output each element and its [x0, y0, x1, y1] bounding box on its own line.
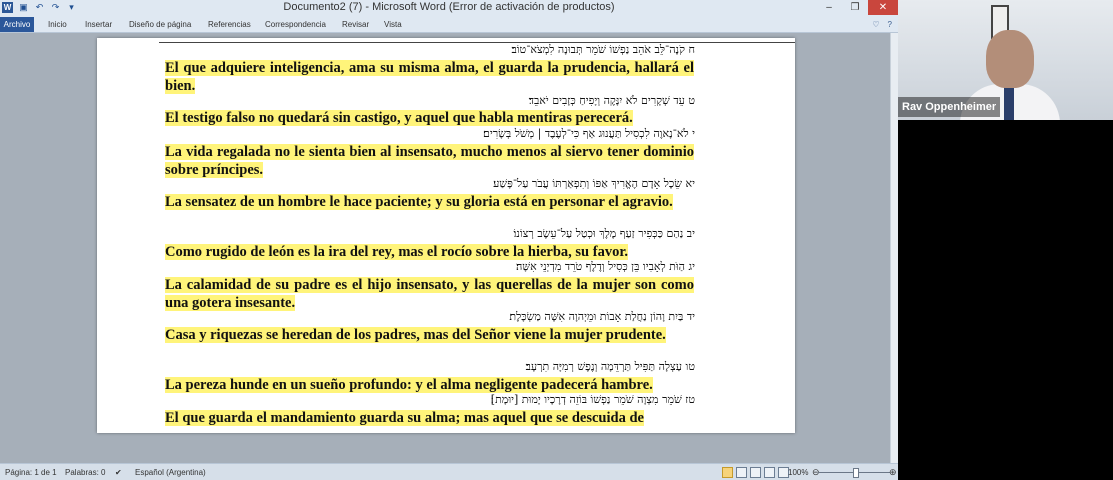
video-thumbnail: Rav Oppenheimer	[898, 0, 1113, 120]
hebrew-verse-9: ט עֵד שְׁקָרִים לֹא יִנָּקֶה וְיָפִיחַ כ…	[528, 94, 695, 107]
language-indicator[interactable]: Español (Argentina)	[135, 468, 206, 477]
ribbon-right-icons: ♡ ?	[872, 19, 892, 30]
hebrew-verse-8: ח קֹנֶה־לֵּב אֹהֵב נַפְשׁוֹ שֹׁמֵר תְּבו…	[511, 43, 695, 56]
tab-inicio[interactable]: Inicio	[48, 17, 67, 32]
zoom-in-icon[interactable]: ⊕	[889, 467, 897, 478]
spanish-verse-9: El testigo falso no quedará sin castigo,…	[165, 110, 633, 126]
word-window: W ▣ ↶ ↷ ▾ Documento2 (7) - Microsoft Wor…	[0, 0, 898, 480]
status-bar: Página: 1 de 1 Palabras: 0 ✔ Español (Ar…	[0, 463, 898, 480]
spanish-verse-16: El que guarda el mandamiento guarda su a…	[165, 410, 644, 426]
chevron-up-icon[interactable]: ♡	[872, 19, 879, 30]
spanish-verse-11: La sensatez de un hombre le hace pacient…	[165, 194, 673, 210]
outline-icon[interactable]	[764, 467, 775, 478]
tab-diseno-pagina[interactable]: Diseño de página	[129, 17, 191, 32]
tab-referencias[interactable]: Referencias	[208, 17, 251, 32]
hebrew-verse-16: טז שֹׁמֵר מִצְוָה שֹׁמֵר נַפְשׁוֹ בּוֹזֵ…	[490, 393, 695, 406]
spanish-verse-13: La calamidad de su padre es el hijo inse…	[165, 277, 694, 311]
speaker-tie	[1004, 86, 1014, 120]
close-button[interactable]: ✕	[868, 0, 898, 15]
window-buttons: – ❐ ✕	[816, 0, 898, 15]
full-screen-icon[interactable]	[736, 467, 747, 478]
hebrew-verse-11: יא שֵׂכֶל אָדָם הֶאֱרִיךְ אַפּוֹ וְתִפְא…	[493, 177, 695, 190]
zoom-level[interactable]: 100%	[788, 468, 808, 477]
tab-archivo[interactable]: Archivo	[0, 17, 34, 32]
hebrew-verse-10: י לֹא־נָאוֶה לִכְסִיל תַּעֲנוּג אַף כִּי…	[482, 127, 695, 140]
page-count[interactable]: Página: 1 de 1	[5, 468, 57, 477]
title-bar: W ▣ ↶ ↷ ▾ Documento2 (7) - Microsoft Wor…	[0, 0, 898, 18]
word-count[interactable]: Palabras: 0	[65, 468, 105, 477]
speaker-name: Rav Oppenheimer	[898, 97, 1001, 117]
spanish-verse-8: El que adquiere inteligencia, ama su mis…	[165, 60, 694, 94]
restore-button[interactable]: ❐	[842, 0, 868, 15]
spanish-verse-15: La pereza hunde en un sueño profundo: y …	[165, 377, 653, 393]
ribbon-tabs: Archivo Inicio Insertar Diseño de página…	[0, 17, 898, 33]
hebrew-verse-12: יב נַהַם כַּכְּפִיר זַעַף מֶלֶךְ וּכְטַל…	[513, 227, 695, 240]
help-icon[interactable]: ?	[888, 19, 892, 30]
proofing-icon[interactable]: ✔	[115, 468, 122, 477]
web-layout-icon[interactable]	[750, 467, 761, 478]
tab-revisar[interactable]: Revisar	[342, 17, 369, 32]
zoom-slider-thumb[interactable]	[853, 468, 859, 478]
minimize-button[interactable]: –	[816, 0, 842, 15]
spanish-verse-14: Casa y riquezas se heredan de los padres…	[165, 327, 666, 343]
spanish-verse-10: La vida regalada no le sienta bien al in…	[165, 144, 694, 178]
vertical-scrollbar[interactable]	[890, 33, 898, 463]
tab-correspondencia[interactable]: Correspondencia	[265, 17, 326, 32]
hebrew-verse-15: טו עַצְלָה תַּפִּיל תַּרְדֵּמָה וְנֶפֶשׁ…	[525, 360, 695, 373]
spanish-verse-12: Como rugido de león es la ira del rey, m…	[165, 244, 629, 260]
hebrew-verse-13: יג הַוֹּת לְאָבִיו בֵּן כְּסִיל וְדֶלֶף …	[515, 260, 695, 273]
tab-insertar[interactable]: Insertar	[85, 17, 112, 32]
view-buttons	[722, 467, 789, 478]
hebrew-verse-14: יד בַּיִת וָהוֹן נַחֲלַת אָבוֹת וּמֵיְהו…	[509, 310, 695, 323]
print-layout-icon[interactable]	[722, 467, 733, 478]
speaker-head	[986, 30, 1034, 88]
document-page[interactable]: ח קֹנֶה־לֵּב אֹהֵב נַפְשׁוֹ שֹׁמֵר תְּבו…	[97, 38, 795, 433]
tab-vista[interactable]: Vista	[384, 17, 402, 32]
window-title: Documento2 (7) - Microsoft Word (Error d…	[283, 1, 615, 13]
